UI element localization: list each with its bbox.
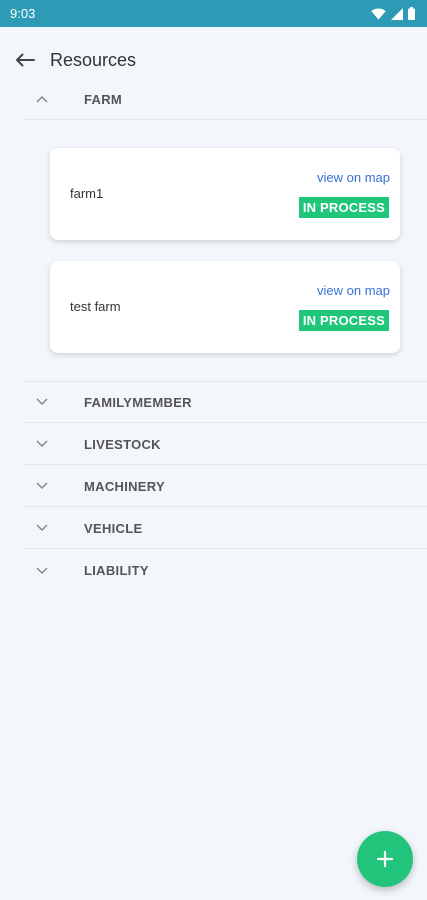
- status-bar: 9:03: [0, 0, 427, 27]
- status-time: 9:03: [10, 6, 36, 21]
- section-livestock: LIVESTOCK: [24, 424, 427, 465]
- arrow-left-icon: [16, 53, 35, 67]
- status-badge: IN PROCESS: [298, 197, 389, 218]
- section-header-vehicle[interactable]: VEHICLE: [24, 508, 427, 549]
- section-header-liability[interactable]: LIABILITY: [24, 550, 427, 591]
- chevron-down-icon: [24, 398, 60, 406]
- resource-card[interactable]: farm1 view on map IN PROCESS: [50, 148, 400, 240]
- section-vehicle: VEHICLE: [24, 508, 427, 549]
- back-button[interactable]: [12, 47, 38, 73]
- chevron-down-icon: [24, 566, 60, 575]
- plus-icon: [376, 850, 394, 868]
- section-label-machinery: MACHINERY: [84, 478, 165, 494]
- section-machinery: MACHINERY: [24, 466, 427, 507]
- section-label-livestock: LIVESTOCK: [84, 436, 161, 452]
- section-header-farm[interactable]: FARM: [24, 79, 427, 120]
- section-farm: FARM: [24, 79, 427, 120]
- section-label-farm: FARM: [84, 91, 123, 107]
- section-label-familymember: FAMILYMEMBER: [84, 394, 192, 410]
- resource-name: farm1: [70, 186, 104, 201]
- section-label-liability: LIABILITY: [84, 563, 149, 578]
- chevron-down-icon: [24, 482, 60, 490]
- section-liability: LIABILITY: [24, 550, 427, 591]
- status-icons: [371, 7, 415, 20]
- view-on-map-link[interactable]: view on map: [317, 170, 390, 185]
- chevron-up-icon: [24, 95, 60, 103]
- section-familymember: FAMILYMEMBER: [24, 382, 427, 423]
- section-label-vehicle: VEHICLE: [84, 520, 143, 536]
- view-on-map-link[interactable]: view on map: [317, 283, 390, 298]
- resource-name: test farm: [70, 299, 121, 314]
- cell-signal-icon: [391, 7, 403, 20]
- page-title: Resources: [50, 49, 137, 70]
- resource-card[interactable]: test farm view on map IN PROCESS: [50, 261, 400, 353]
- add-resource-button[interactable]: [357, 831, 413, 887]
- section-header-livestock[interactable]: LIVESTOCK: [24, 424, 427, 465]
- section-header-familymember[interactable]: FAMILYMEMBER: [24, 382, 427, 423]
- battery-icon: [408, 7, 415, 20]
- status-badge: IN PROCESS: [298, 310, 389, 331]
- section-header-machinery[interactable]: MACHINERY: [24, 466, 427, 507]
- wifi-icon: [371, 8, 386, 19]
- chevron-down-icon: [24, 524, 60, 532]
- app-bar: Resources: [0, 44, 427, 76]
- chevron-down-icon: [24, 440, 60, 448]
